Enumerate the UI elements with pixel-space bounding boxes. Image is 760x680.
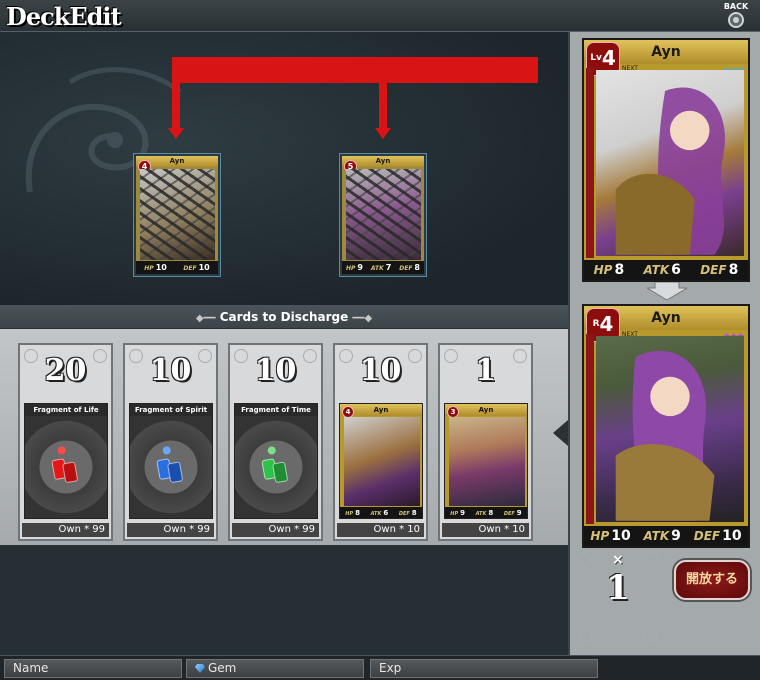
discharge-panel: ◆━━ Cards to Discharge ━━◆ 20 Fragment o… [0, 305, 568, 545]
discharge-slot-1[interactable]: 20 Fragment of Life Own * 99 [18, 343, 113, 541]
back-button[interactable]: BACK [722, 2, 750, 28]
owned-count: Own * 99 [232, 523, 319, 537]
arrow-down-icon-left [168, 128, 184, 139]
def-value: 8 [728, 262, 739, 278]
slot-decoration [644, 628, 658, 642]
name-field: Name [4, 659, 182, 678]
card-portrait [140, 169, 215, 260]
discharge-slots: 20 Fragment of Life Own * 99 10 Fragment… [0, 329, 568, 545]
discharge-slot-2[interactable]: 10 Fragment of Spirit Own * 99 [123, 343, 218, 541]
current-card[interactable]: Ayn Lv4 NEXT ★★★ HP8 ATK6 DEF8 [582, 38, 750, 282]
fragment-title: Fragment of Life [25, 404, 107, 416]
level-value: 4 [601, 46, 616, 70]
bracket-top-bar [172, 57, 538, 83]
release-button[interactable]: 開放する [674, 560, 750, 600]
required-count: 10 [254, 353, 297, 388]
fragment-title: Fragment of Time [235, 404, 317, 416]
preview-panel: Ayn Lv4 NEXT ★★★ HP8 ATK6 DEF8 Ayn R4 NE… [568, 32, 760, 655]
app-title: DeckEdit [6, 2, 122, 31]
back-label: BACK [723, 2, 749, 11]
card-portrait [344, 417, 420, 506]
gem-icon [195, 664, 205, 673]
fragment-title: Fragment of Spirit [130, 404, 212, 416]
card-stats: HP 10 DEF 10 [136, 261, 218, 274]
top-bar: DeckEdit BACK [0, 0, 760, 32]
slot-decoration [578, 552, 592, 566]
required-count: 10 [359, 353, 402, 388]
green-gem-icon [261, 445, 292, 486]
card-portrait [596, 336, 744, 522]
fragment-art [130, 416, 212, 518]
ornament-right-icon: ━━◆ [352, 313, 373, 324]
rank-stripe [586, 68, 594, 258]
blue-gem-icon [156, 445, 187, 486]
exp-field: Exp [370, 659, 598, 678]
red-gem-icon [51, 445, 82, 486]
fragment-card: Fragment of Life [24, 403, 108, 519]
level-prefix: R [592, 319, 600, 329]
owned-count: Own * 99 [22, 523, 109, 537]
lock-chain-overlay [140, 169, 215, 260]
fragment-card: Fragment of Time [234, 403, 318, 519]
bracket-left-stem [172, 57, 180, 129]
card-portrait [596, 70, 744, 256]
owned-count: Own * 10 [337, 523, 424, 537]
target-card-2[interactable]: Ayn 5 ★★★ HP9 ATK7 DEF8 [340, 154, 426, 276]
required-count: 10 [149, 353, 192, 388]
gem-field: Gem [186, 659, 364, 678]
hp-value: 8 [614, 262, 625, 278]
def-value: 10 [722, 528, 742, 544]
panel-pointer-icon [553, 420, 568, 446]
arrow-down-icon-right [375, 128, 391, 139]
card-stats: HP 10 ATK 9 DEF 10 [584, 526, 748, 546]
hp-value: 10 [611, 528, 631, 544]
release-count: × 1 [578, 552, 658, 642]
atk-value: 9 [671, 528, 681, 544]
discharge-header: ◆━━ Cards to Discharge ━━◆ [0, 305, 568, 329]
count-value: 1 [606, 568, 630, 608]
name-label: Name [13, 661, 49, 675]
fragment-card: Fragment of Spirit [129, 403, 213, 519]
discharge-slot-4[interactable]: 10 Ayn 4 HP 8 ATK 6 DEF 8 Own * 10 [333, 343, 428, 541]
card-stats: HP 9 ATK 7 DEF 8 [342, 261, 424, 274]
character-art [615, 350, 715, 521]
bracket-right-stem [379, 57, 387, 129]
slot-decoration [578, 628, 592, 642]
card-stats: HP 8 ATK 6 DEF 8 [340, 507, 422, 518]
result-card[interactable]: Ayn R4 NEXT ★★★ HP10 ATK9 DEF10 [582, 304, 750, 548]
level-prefix: Lv [590, 53, 602, 63]
level-value: 4 [599, 312, 614, 336]
target-stage: Ayn 4 HP10 DEF10 Ayn 5 ★★★ HP9 ATK7 DEF8 [0, 32, 568, 305]
owned-count: Own * 10 [442, 523, 529, 537]
lower-area [0, 545, 568, 655]
card-stats: HP 9 ATK 8 DEF 9 [445, 507, 527, 518]
card-stats: HP 8 ATK 6 DEF 8 [584, 260, 748, 280]
slot-decoration [644, 552, 658, 566]
down-arrow-icon [647, 282, 687, 300]
required-count: 1 [475, 353, 496, 388]
status-bar: Name Gem Exp [0, 655, 760, 680]
card-portrait [449, 417, 525, 506]
character-card: Ayn 4 HP 8 ATK 6 DEF 8 [339, 403, 423, 519]
back-icon [728, 12, 744, 28]
multiplier-icon: × [612, 552, 624, 568]
fragment-art [25, 416, 107, 518]
discharge-slot-3[interactable]: 10 Fragment of Time Own * 99 [228, 343, 323, 541]
owned-count: Own * 99 [127, 523, 214, 537]
required-count: 20 [44, 353, 87, 388]
target-card-1[interactable]: Ayn 4 HP 10 DEF 10 [134, 154, 220, 276]
rank-stripe [586, 334, 594, 524]
character-card: Ayn 3 HP 9 ATK 8 DEF 9 [444, 403, 528, 519]
card-portrait [346, 169, 421, 260]
fragment-art [235, 416, 317, 518]
atk-value: 6 [671, 262, 681, 278]
exp-label: Exp [379, 661, 402, 675]
discharge-title: Cards to Discharge [219, 310, 349, 324]
character-art [615, 87, 725, 255]
lock-chain-overlay [346, 169, 421, 260]
ornament-left-icon: ◆━━ [195, 313, 216, 324]
discharge-slot-5[interactable]: 1 Ayn 3 HP 9 ATK 8 DEF 9 Own * 10 [438, 343, 533, 541]
gem-label: Gem [208, 661, 237, 675]
